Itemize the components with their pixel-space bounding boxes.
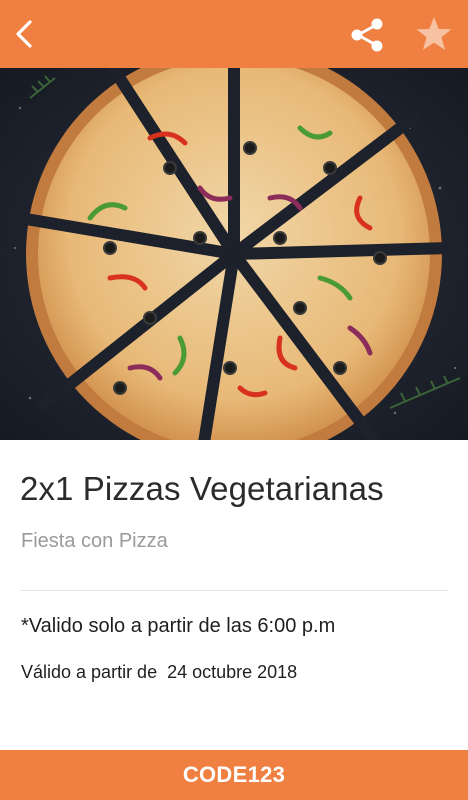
pizza-hero-image <box>0 68 468 440</box>
promo-code-button[interactable]: CODE123 <box>0 750 468 800</box>
pizza-photo <box>0 68 468 440</box>
merchant-name: Fiesta con Pizza <box>21 530 168 552</box>
share-icon[interactable] <box>348 16 386 54</box>
offer-title: 2x1 Pizzas Vegetarianas <box>20 470 384 507</box>
promo-code-label: CODE123 <box>182 762 286 787</box>
back-icon[interactable] <box>8 14 42 54</box>
star-icon[interactable] <box>414 14 454 54</box>
divider <box>20 590 448 591</box>
top-app-bar <box>0 0 468 68</box>
offer-condition: *Valido solo a partir de las 6:00 p.m <box>21 615 336 637</box>
offer-validity: Válido a partir de 24 octubre 2018 <box>21 662 298 682</box>
